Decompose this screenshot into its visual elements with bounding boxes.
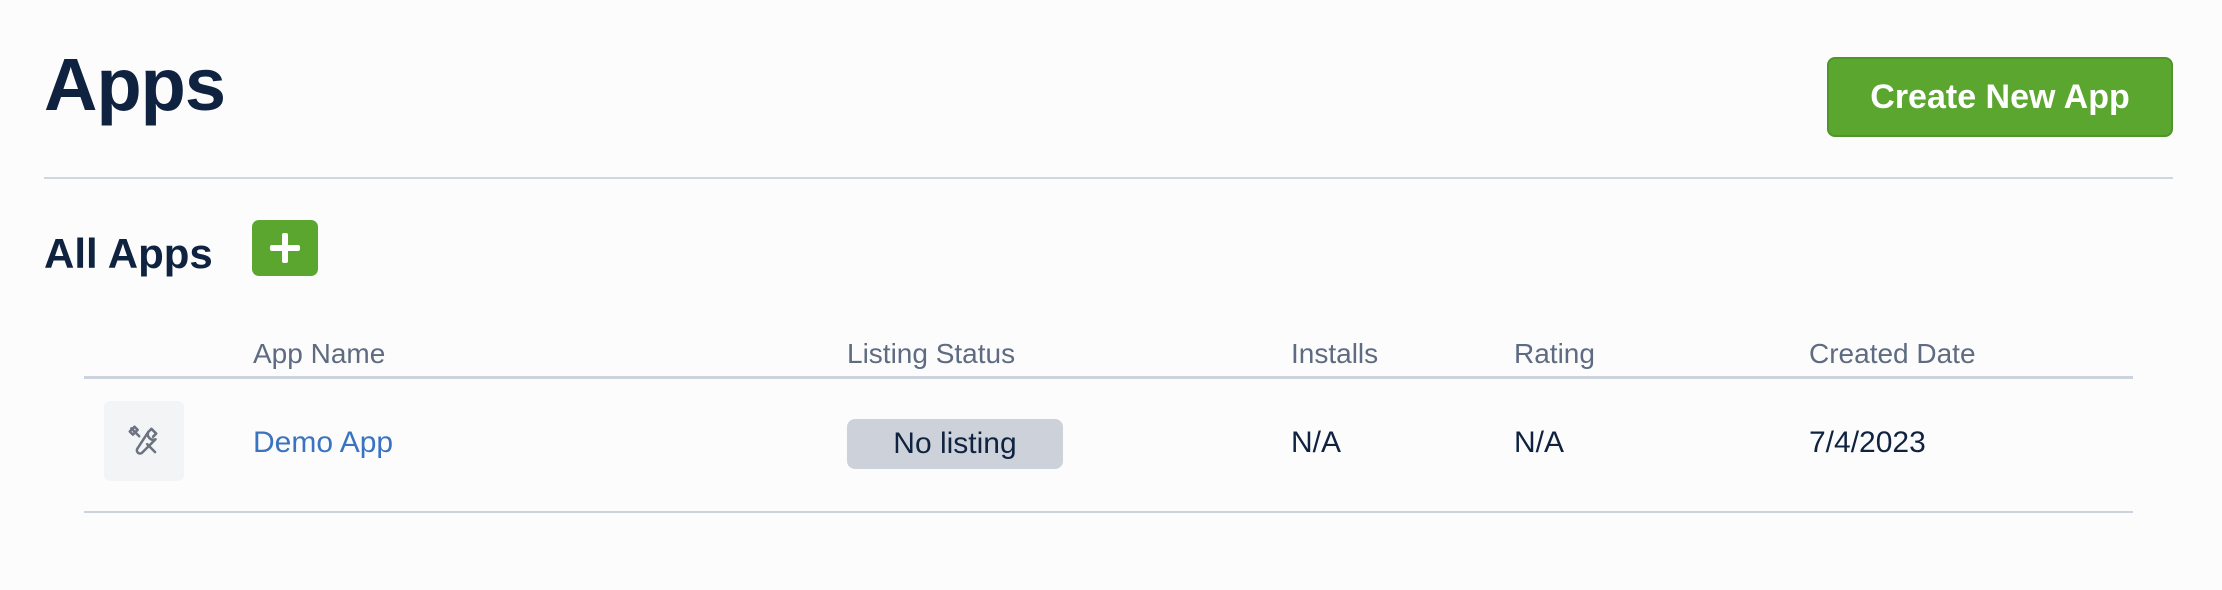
column-header-rating: Rating xyxy=(1514,338,1595,369)
created-date-value: 7/4/2023 xyxy=(1809,426,1926,459)
header-divider xyxy=(44,177,2173,179)
page-title: Apps xyxy=(44,43,226,126)
create-new-app-button[interactable]: Create New App xyxy=(1827,57,2173,137)
section-title: All Apps xyxy=(44,230,213,277)
status-badge: No listing xyxy=(847,419,1063,469)
tools-icon xyxy=(128,425,158,455)
table-row: Demo App No listing N/A N/A 7/4/2023 xyxy=(84,379,2133,512)
column-header-created-date: Created Date xyxy=(1809,338,1976,369)
table-row-divider xyxy=(84,511,2133,513)
column-header-listing-status: Listing Status xyxy=(847,338,1016,369)
add-app-button[interactable] xyxy=(252,220,318,276)
apps-page: Apps Create New App All Apps App Name Li… xyxy=(0,0,2222,590)
plus-icon xyxy=(270,233,300,263)
installs-value: N/A xyxy=(1291,426,1342,459)
column-header-installs: Installs xyxy=(1291,338,1379,369)
rating-value: N/A xyxy=(1514,426,1565,459)
app-icon xyxy=(104,401,184,481)
column-header-app-name: App Name xyxy=(253,338,386,369)
app-name-link[interactable]: Demo App xyxy=(253,423,393,463)
